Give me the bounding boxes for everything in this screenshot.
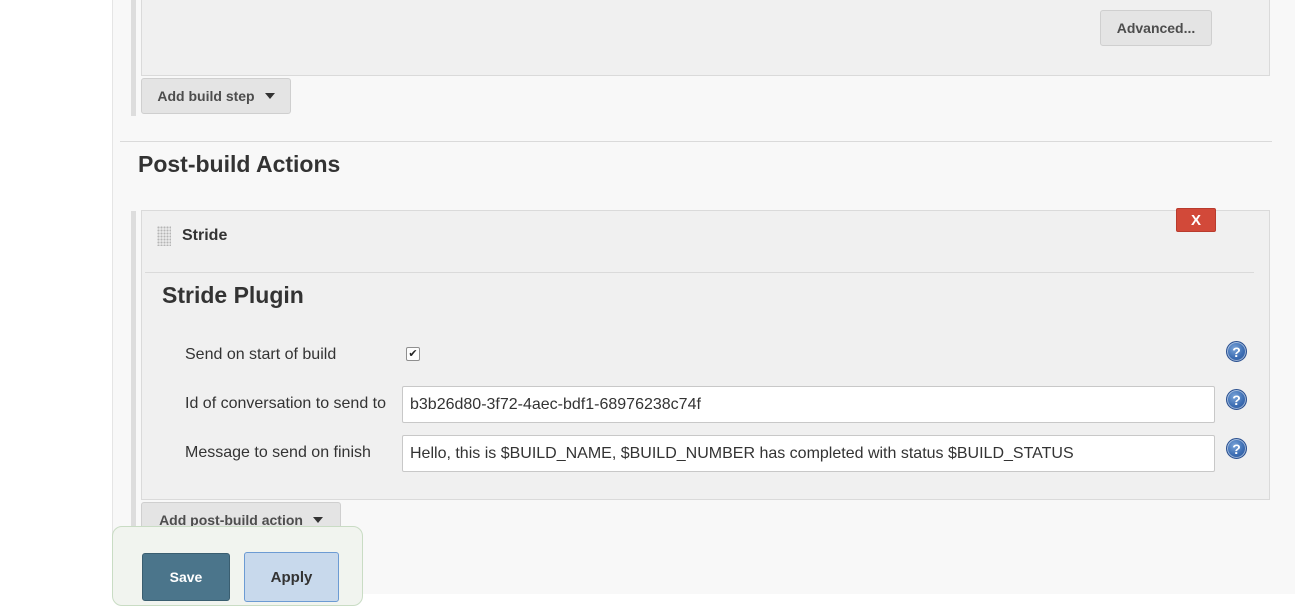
- caret-down-icon: [312, 517, 323, 523]
- panel-divider: [145, 272, 1254, 273]
- delete-action-button[interactable]: X: [1176, 208, 1216, 232]
- drag-handle-icon[interactable]: [157, 226, 171, 246]
- plugin-title: Stride Plugin: [162, 282, 304, 308]
- stride-action-header: Stride: [182, 227, 228, 244]
- send-on-start-label: Send on start of build: [185, 346, 337, 363]
- conversation-id-input[interactable]: b3b26d80-3f72-4aec-bdf1-68976238c74f: [402, 386, 1215, 423]
- help-icon[interactable]: ?: [1226, 438, 1247, 459]
- apply-button[interactable]: Apply: [244, 552, 339, 602]
- section-indicator: [131, 211, 136, 538]
- caret-down-icon: [264, 93, 275, 99]
- help-icon[interactable]: ?: [1226, 389, 1247, 410]
- finish-message-input[interactable]: Hello, this is $BUILD_NAME, $BUILD_NUMBE…: [402, 435, 1215, 472]
- conversation-id-label: Id of conversation to send to: [185, 395, 387, 412]
- checkmark-icon: ✔: [408, 347, 418, 360]
- send-on-start-checkbox[interactable]: ✔: [406, 347, 420, 361]
- help-icon[interactable]: ?: [1226, 341, 1247, 362]
- section-divider: [120, 141, 1272, 142]
- add-build-step-button[interactable]: Add build step: [141, 78, 291, 114]
- advanced-button[interactable]: Advanced...: [1100, 10, 1212, 46]
- finish-message-label: Message to send on finish: [185, 444, 371, 461]
- add-build-step-label: Add build step: [157, 88, 255, 104]
- section-indicator: [131, 0, 136, 116]
- post-build-title: Post-build Actions: [138, 151, 341, 177]
